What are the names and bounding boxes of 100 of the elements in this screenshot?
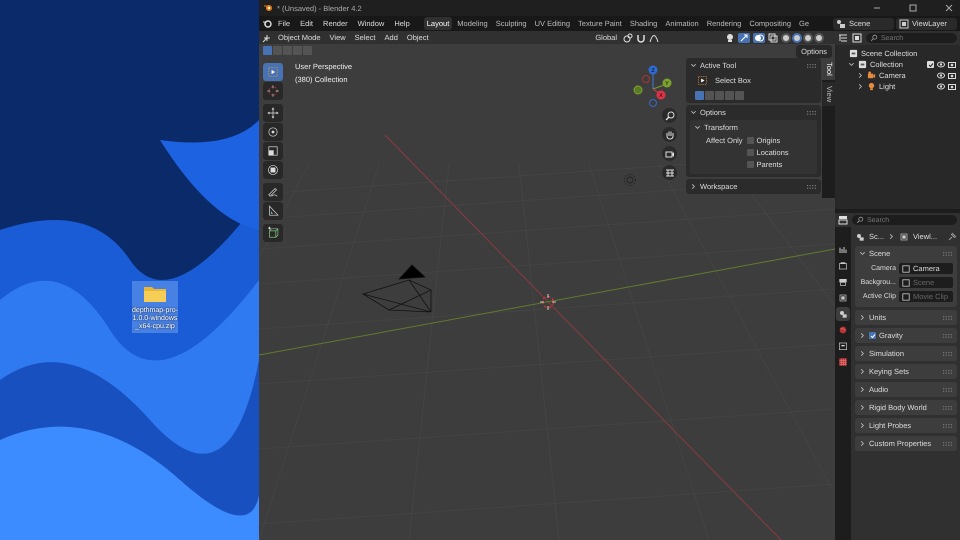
chevron-right-icon[interactable]: [859, 350, 866, 357]
camera-icon[interactable]: [948, 83, 956, 90]
drag-handle-icon[interactable]: [807, 184, 817, 188]
scene-icon: [838, 309, 848, 319]
search-icon: [870, 34, 878, 42]
select-tool-button[interactable]: [263, 63, 283, 81]
drag-handle-icon[interactable]: [943, 316, 953, 320]
camera-icon[interactable]: [948, 61, 956, 68]
drag-handle-icon[interactable]: [807, 64, 817, 68]
zoom-button[interactable]: [662, 108, 677, 123]
chevron-right-icon[interactable]: [859, 314, 866, 321]
chevron-right-icon[interactable]: [859, 440, 866, 447]
eye-icon[interactable]: [937, 83, 945, 90]
grid-icon: [664, 168, 674, 178]
gizmo-toggle[interactable]: [738, 32, 750, 42]
camera-icon: [867, 71, 876, 80]
drag-handle-icon[interactable]: [943, 424, 953, 428]
check-icon: [870, 332, 876, 338]
checkbox[interactable]: [927, 61, 934, 68]
eye-icon[interactable]: [937, 61, 945, 68]
magnet-icon[interactable]: [636, 32, 646, 42]
chevron-down-icon[interactable]: [690, 109, 697, 116]
chevron-right-icon[interactable]: [859, 332, 866, 339]
drag-handle-icon[interactable]: [943, 370, 953, 374]
chevron-down-icon[interactable]: [694, 124, 701, 131]
chevron-right-icon[interactable]: [690, 183, 697, 190]
chevron-down-icon[interactable]: [859, 250, 866, 257]
chevron-right-icon[interactable]: [888, 233, 896, 240]
checkbox[interactable]: [746, 161, 754, 168]
camera-icon[interactable]: [948, 72, 956, 79]
hand-icon: [664, 130, 674, 140]
chevron-right-icon[interactable]: [859, 404, 866, 411]
chevron-right-icon[interactable]: [857, 72, 864, 79]
drag-handle-icon[interactable]: [807, 110, 817, 114]
layers-icon: [899, 18, 909, 28]
chevron-right-icon[interactable]: [859, 386, 866, 393]
scene-tab[interactable]: [836, 307, 850, 321]
pan-button[interactable]: [662, 127, 677, 142]
transform-tool-button[interactable]: [263, 161, 283, 179]
measure-tool-button[interactable]: [263, 202, 283, 220]
select-box-icon: [696, 74, 709, 87]
check-icon: [928, 62, 934, 68]
drag-handle-icon[interactable]: [943, 388, 953, 392]
cursor-icon: [266, 84, 280, 98]
outliner-editor-icon[interactable]: [838, 33, 848, 43]
falloff-icon[interactable]: [649, 32, 659, 42]
chevron-right-icon[interactable]: [857, 83, 864, 90]
chevron-right-icon[interactable]: [859, 368, 866, 375]
camera-icon: [664, 148, 674, 158]
xray-icon[interactable]: [768, 32, 778, 42]
chevron-down-icon[interactable]: [690, 62, 697, 69]
output-icon: [838, 277, 848, 287]
editor-type-icon[interactable]: [262, 32, 272, 42]
app-logo-icon[interactable]: [262, 18, 272, 28]
drag-handle-icon[interactable]: [943, 252, 953, 256]
light-icon: [867, 82, 876, 91]
camera-view-button[interactable]: [662, 146, 677, 161]
projection-button[interactable]: [662, 165, 677, 180]
drag-handle-icon[interactable]: [943, 406, 953, 410]
shading-button[interactable]: [814, 32, 824, 42]
scene-icon: [849, 49, 858, 58]
overlays-toggle[interactable]: [753, 32, 765, 42]
shading-button[interactable]: [781, 32, 791, 42]
camera-drawing: [362, 264, 432, 312]
collection-icon: [858, 60, 867, 69]
pivot-icon[interactable]: [623, 32, 633, 42]
checkbox[interactable]: [746, 149, 754, 156]
tool-icon: [838, 245, 848, 255]
shading-button[interactable]: [792, 32, 802, 42]
cursor-tool-button[interactable]: [263, 82, 283, 100]
select-icon: [266, 65, 280, 79]
view-layer-icon: [899, 232, 910, 242]
scale-tool-button[interactable]: [263, 142, 283, 160]
world-icon: [838, 325, 848, 335]
drag-handle-icon[interactable]: [943, 352, 953, 356]
texture-icon: [838, 357, 848, 367]
drag-handle-icon[interactable]: [943, 334, 953, 338]
pin-icon[interactable]: [947, 232, 957, 242]
search-icon: [856, 216, 864, 224]
display-mode-icon[interactable]: [852, 33, 862, 43]
move-icon: [266, 106, 280, 120]
collection-icon: [838, 341, 848, 351]
arrow-icon: [739, 32, 749, 42]
drag-handle-icon[interactable]: [943, 442, 953, 446]
overlays-icon: [754, 32, 764, 42]
checkbox[interactable]: [746, 137, 754, 144]
eye-icon[interactable]: [937, 72, 945, 79]
measure-icon: [266, 204, 280, 218]
app-logo-icon: [263, 3, 273, 13]
add-cube-tool-button[interactable]: [263, 224, 283, 242]
properties-editor-icon[interactable]: [838, 215, 848, 225]
chevron-right-icon[interactable]: [859, 422, 866, 429]
chevron-down-icon[interactable]: [848, 61, 855, 68]
light-icon: [624, 174, 636, 186]
zoom-icon: [664, 110, 674, 120]
move-tool-button[interactable]: [263, 104, 283, 122]
shading-button[interactable]: [803, 32, 813, 42]
annotate-tool-button[interactable]: [263, 183, 283, 201]
add-cube-icon: [266, 226, 280, 240]
rotate-tool-button[interactable]: [263, 123, 283, 141]
